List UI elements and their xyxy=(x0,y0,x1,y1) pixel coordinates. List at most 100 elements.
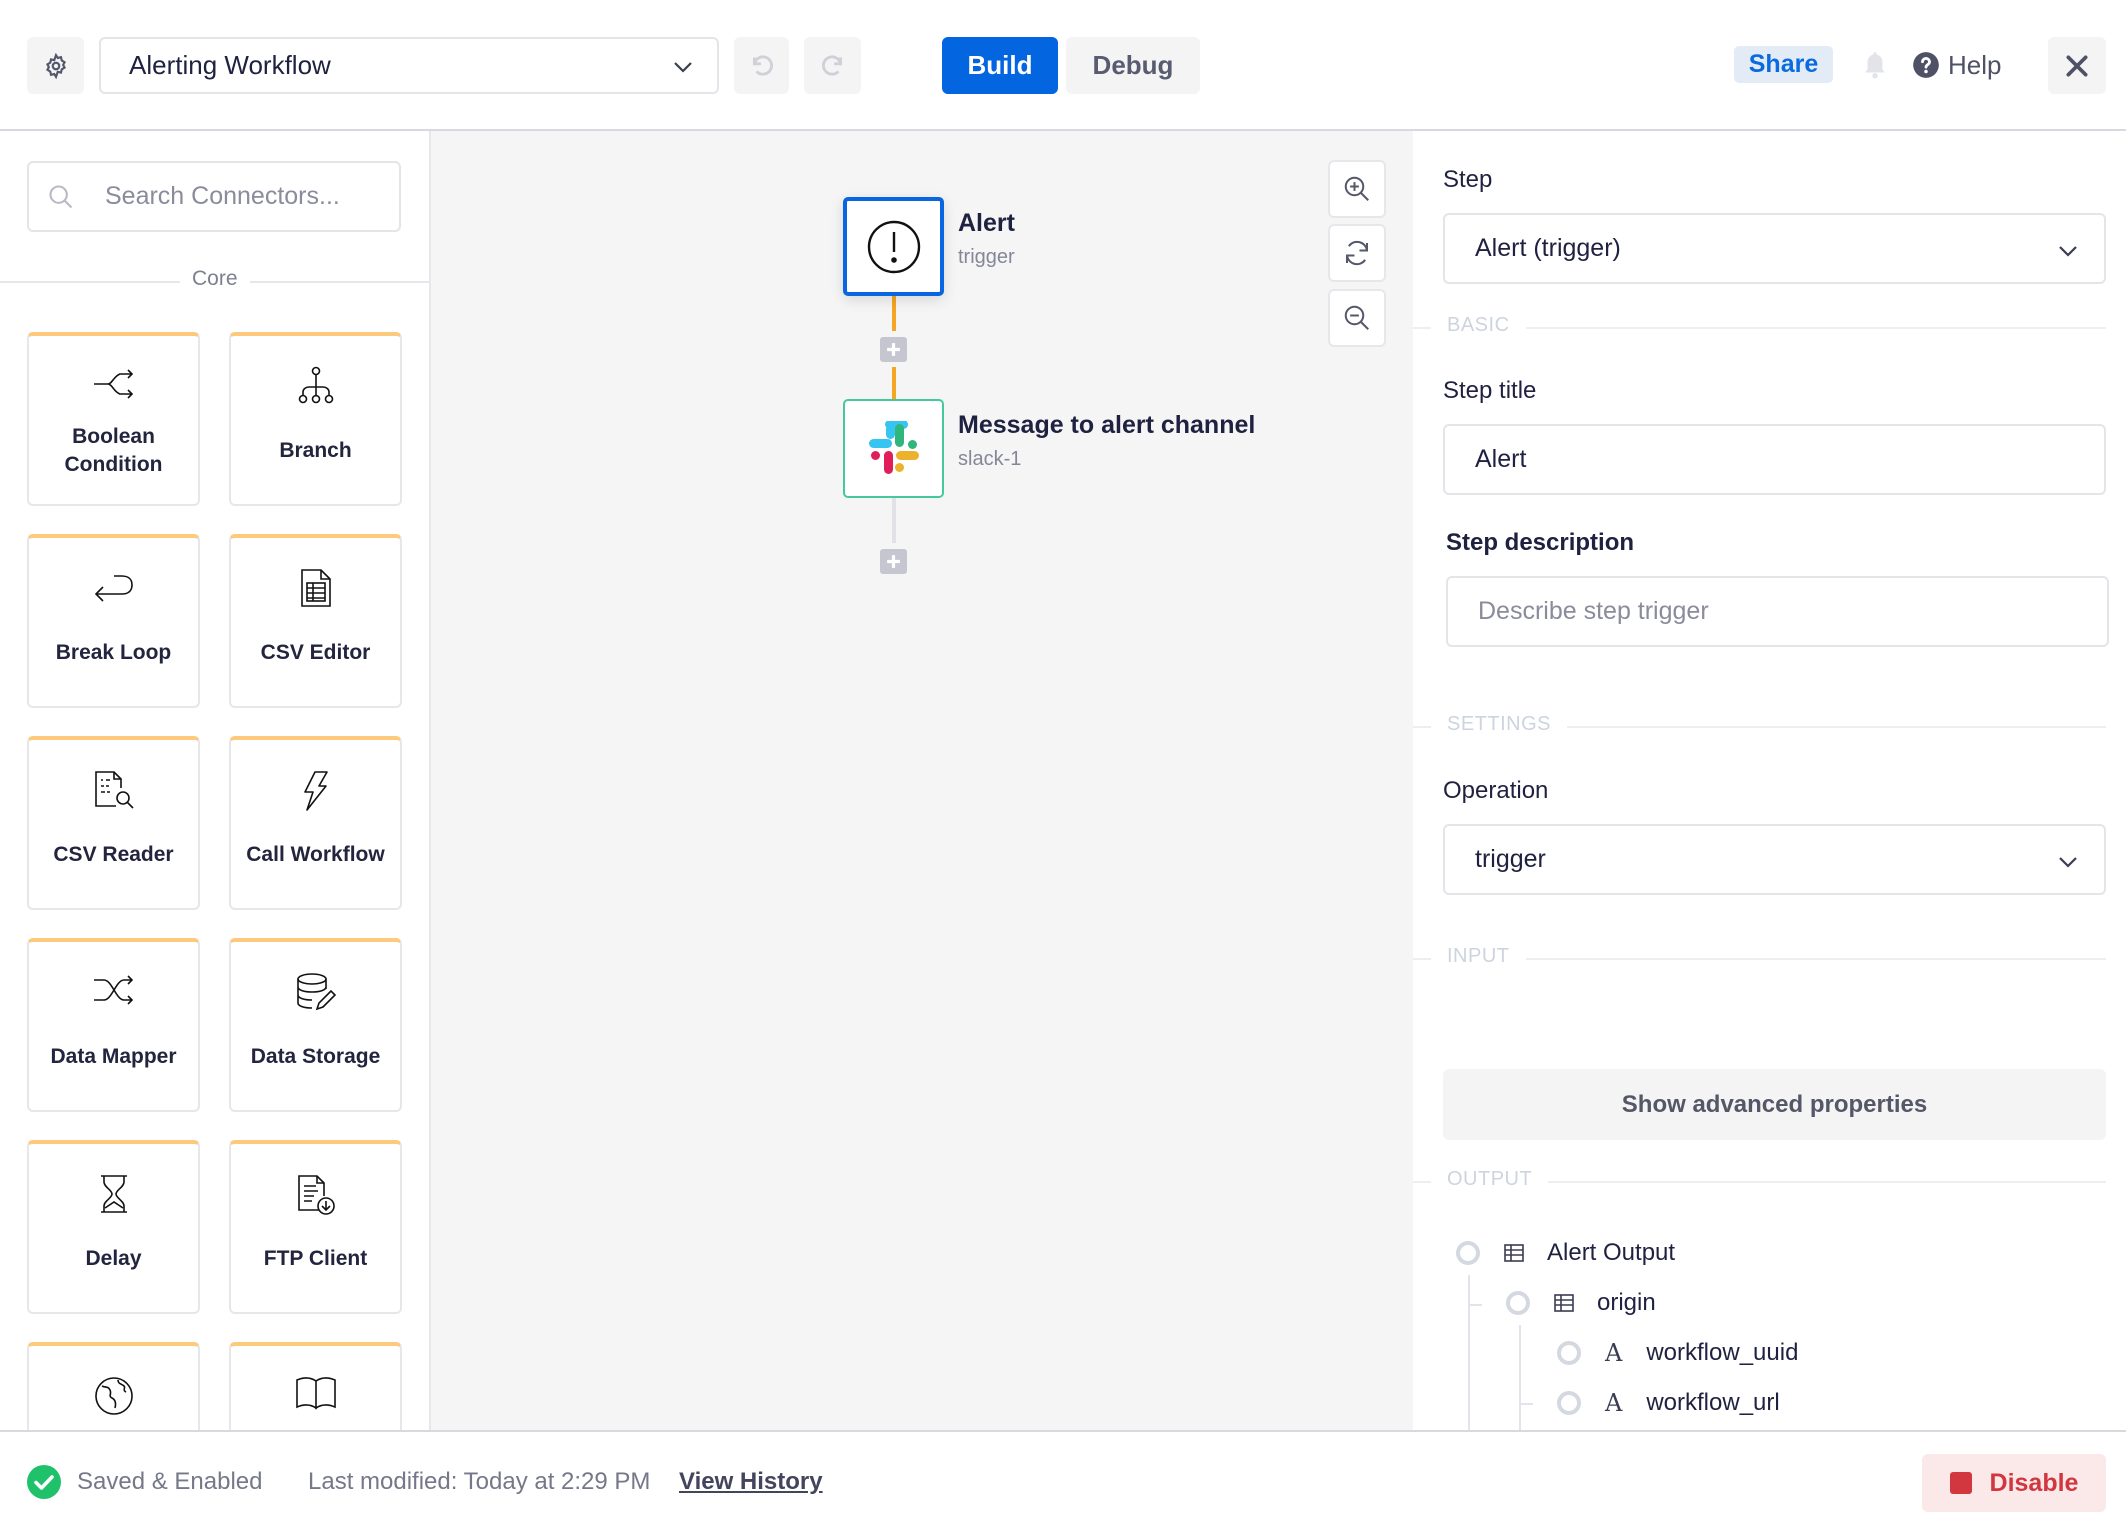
output-tree-item[interactable]: Alert Output xyxy=(1456,1235,1675,1271)
connector-line xyxy=(892,498,896,543)
connector-label: CSV Editor xyxy=(260,641,371,664)
connector-card-data-mapper[interactable]: Data Mapper xyxy=(27,938,200,1112)
step-select-value: Alert (trigger) xyxy=(1475,234,1621,262)
connector-search-input[interactable] xyxy=(105,182,385,211)
connector-card-csv-editor[interactable]: CSV Editor xyxy=(229,534,402,708)
tree-guide xyxy=(1468,1304,1482,1306)
disable-button[interactable]: Disable xyxy=(1922,1454,2106,1512)
step-description-input[interactable]: Describe step trigger xyxy=(1446,576,2109,647)
step-title-input[interactable]: Alert xyxy=(1443,424,2106,495)
top-toolbar: Alerting Workflow Build Debug Share Help xyxy=(0,0,2126,131)
debug-tab[interactable]: Debug xyxy=(1066,37,1200,94)
step-title: Alert xyxy=(958,209,1015,237)
plus-icon xyxy=(887,555,900,568)
step-description-label: Step description xyxy=(1446,529,1635,556)
string-type-icon: A xyxy=(1605,1339,1623,1367)
connector-label: CSV Reader xyxy=(53,843,174,866)
question-circle-icon xyxy=(1913,52,1939,78)
connector-card-delay[interactable]: Delay xyxy=(27,1140,200,1314)
step-title: Message to alert channel xyxy=(958,411,1256,439)
select-radio[interactable] xyxy=(1557,1341,1581,1365)
slack-icon xyxy=(868,420,919,474)
notifications-button[interactable] xyxy=(1862,50,1888,80)
connector-card-ftp-client[interactable]: FTP Client xyxy=(229,1140,402,1314)
step-node-slack[interactable] xyxy=(843,399,944,498)
connector-card-http[interactable] xyxy=(27,1342,200,1430)
connector-card-call-workflow[interactable]: Call Workflow xyxy=(229,736,402,910)
redo-icon xyxy=(821,54,842,76)
file-download-icon xyxy=(297,1175,335,1215)
connector-card-docs[interactable] xyxy=(229,1342,402,1430)
plus-icon xyxy=(887,343,900,356)
zoom-out-icon xyxy=(1344,305,1369,330)
help-button[interactable]: Help xyxy=(1912,46,2001,84)
lightning-icon xyxy=(303,771,328,811)
workflow-canvas[interactable]: Alert trigger Message to alert channel s… xyxy=(431,131,1413,1430)
settings-button[interactable] xyxy=(27,37,84,94)
add-step-button[interactable] xyxy=(880,337,907,362)
connector-card-boolean-condition[interactable]: Boolean Condition xyxy=(27,332,200,506)
gear-icon xyxy=(45,52,66,79)
shuffle-icon xyxy=(93,975,133,1005)
output-tree-item[interactable]: A workflow_uuid xyxy=(1557,1335,1798,1371)
show-advanced-properties-button[interactable]: Show advanced properties xyxy=(1443,1069,2106,1140)
build-tab[interactable]: Build xyxy=(942,37,1058,94)
connector-search[interactable] xyxy=(27,161,401,232)
share-button[interactable]: Share xyxy=(1734,46,1833,83)
connector-card-csv-reader[interactable]: CSV Reader xyxy=(27,736,200,910)
help-label: Help xyxy=(1948,49,2002,80)
operation-value: trigger xyxy=(1475,845,1546,873)
step-title-label: Step title xyxy=(1443,377,1537,404)
output-tree-item[interactable]: origin xyxy=(1506,1285,1656,1321)
chevron-down-icon xyxy=(674,62,692,73)
close-button[interactable] xyxy=(2048,37,2106,94)
view-history-link[interactable]: View History xyxy=(679,1468,823,1496)
zoom-out-button[interactable] xyxy=(1328,289,1386,347)
connector-label: Boolean Condition xyxy=(64,425,163,476)
step-node-alert[interactable] xyxy=(843,197,944,296)
output-tree-item[interactable]: A workflow_url xyxy=(1557,1385,1780,1421)
connector-card-branch[interactable]: Branch xyxy=(229,332,402,506)
database-edit-icon xyxy=(296,973,336,1011)
stop-icon xyxy=(1949,1472,1972,1494)
book-icon xyxy=(295,1377,336,1410)
workflow-selector[interactable]: Alerting Workflow xyxy=(99,37,719,94)
reset-view-button[interactable] xyxy=(1328,224,1386,282)
tree-guide xyxy=(1468,1275,1470,1430)
operation-label: Operation xyxy=(1443,777,1549,804)
last-modified: Last modified: Today at 2:29 PM xyxy=(308,1468,651,1495)
tree-guide xyxy=(1519,1325,1521,1430)
table-icon xyxy=(1504,1244,1524,1262)
connector-line xyxy=(892,367,896,399)
zoom-in-button[interactable] xyxy=(1328,160,1386,218)
undo-button[interactable] xyxy=(734,37,789,94)
add-step-button[interactable] xyxy=(880,549,907,574)
connector-card-break-loop[interactable]: Break Loop xyxy=(27,534,200,708)
select-radio[interactable] xyxy=(1557,1391,1581,1415)
connector-label: FTP Client xyxy=(263,1247,368,1270)
select-radio[interactable] xyxy=(1506,1291,1530,1315)
alert-circle-icon xyxy=(867,220,920,273)
hourglass-icon xyxy=(100,1175,127,1213)
output-field-name: origin xyxy=(1597,1289,1656,1316)
step-subtitle: trigger xyxy=(958,246,1015,268)
output-field-name: Alert Output xyxy=(1547,1239,1676,1266)
section-label-core: Core xyxy=(180,267,250,291)
boolean-condition-icon xyxy=(93,369,133,399)
break-loop-icon xyxy=(94,575,133,602)
section-label-output: OUTPUT xyxy=(1431,1168,1549,1191)
select-radio[interactable] xyxy=(1456,1241,1480,1265)
connector-label: Delay xyxy=(85,1247,142,1270)
section-label-settings: SETTINGS xyxy=(1431,713,1568,736)
search-icon xyxy=(49,184,73,208)
status-bar: Saved & Enabled Last modified: Today at … xyxy=(0,1430,2126,1532)
close-icon xyxy=(2066,54,2088,77)
redo-button[interactable] xyxy=(804,37,861,94)
operation-select[interactable]: trigger xyxy=(1443,824,2106,895)
connector-card-data-storage[interactable]: Data Storage xyxy=(229,938,402,1112)
string-type-icon: A xyxy=(1605,1389,1623,1417)
save-status: Saved & Enabled xyxy=(77,1468,263,1495)
step-select[interactable]: Alert (trigger) xyxy=(1443,213,2106,284)
connector-label: Data Mapper xyxy=(50,1045,177,1068)
refresh-icon xyxy=(1346,240,1368,266)
